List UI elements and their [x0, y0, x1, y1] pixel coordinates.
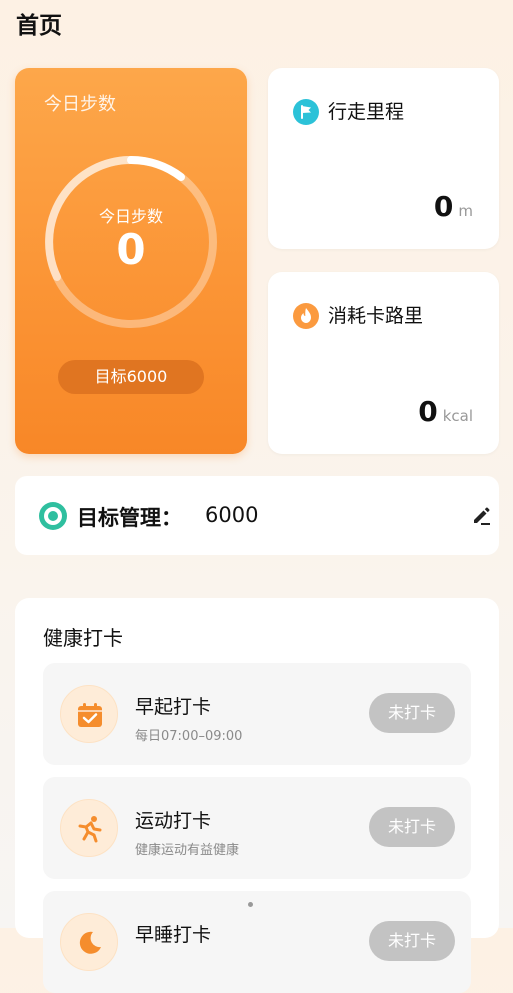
checkin-sub: 健康运动有益健康 [135, 843, 240, 858]
flame-icon [293, 303, 319, 329]
calorie-value: 0 [418, 395, 438, 428]
distance-title: 行走里程 [328, 101, 405, 123]
checkin-sub: 每日07:00–09:00 [135, 729, 243, 744]
calendar-check-icon [60, 685, 118, 743]
calorie-card[interactable]: 消耗卡路里 0 kcal [268, 272, 499, 454]
page-title: 首页 [16, 13, 62, 39]
checkin-item-exercise[interactable]: 运动打卡 健康运动有益健康 未打卡 [43, 777, 471, 879]
checkin-name: 早起打卡 [135, 696, 212, 718]
ring-label: 今日步数 [98, 207, 163, 226]
checkin-button-morning[interactable]: 未打卡 [369, 693, 455, 733]
steps-progress-ring: 今日步数 0 [42, 153, 220, 331]
checkin-item-morning[interactable]: 早起打卡 每日07:00–09:00 未打卡 [43, 663, 471, 765]
steps-card[interactable]: 今日步数 今日步数 0 目标6000 [15, 68, 247, 454]
goal-management-bar[interactable]: 目标管理： 6000 [15, 476, 499, 555]
moon-icon [60, 913, 118, 971]
distance-value: 0 [433, 190, 454, 223]
health-checkin-card: 健康打卡 早起打卡 每日07:00–09:00 未打卡 运动打卡 健康运动有益健… [15, 598, 499, 993]
steps-goal-badge: 目标6000 [58, 360, 204, 394]
goal-management-value: 6000 [205, 503, 259, 527]
goal-management-label: 目标管理： [77, 506, 182, 530]
page-indicator-dot [248, 902, 253, 907]
distance-unit: m [458, 202, 473, 220]
distance-card[interactable]: 行走里程 0m [268, 68, 499, 249]
running-icon [60, 799, 118, 857]
checkin-name: 运动打卡 [135, 810, 212, 832]
edit-icon[interactable] [468, 503, 494, 529]
calorie-unit: kcal [442, 407, 473, 425]
health-section-title: 健康打卡 [43, 626, 123, 650]
checkin-name: 早睡打卡 [135, 924, 212, 946]
steps-count: 0 [116, 225, 146, 274]
checkin-item-sleep[interactable]: 早睡打卡 未打卡 [43, 891, 471, 993]
calorie-title: 消耗卡路里 [328, 305, 424, 327]
flag-icon [293, 99, 319, 125]
checkin-button-sleep[interactable]: 未打卡 [369, 921, 455, 961]
checkin-button-exercise[interactable]: 未打卡 [369, 807, 455, 847]
steps-card-title: 今日步数 [44, 94, 116, 115]
target-icon [39, 502, 67, 530]
